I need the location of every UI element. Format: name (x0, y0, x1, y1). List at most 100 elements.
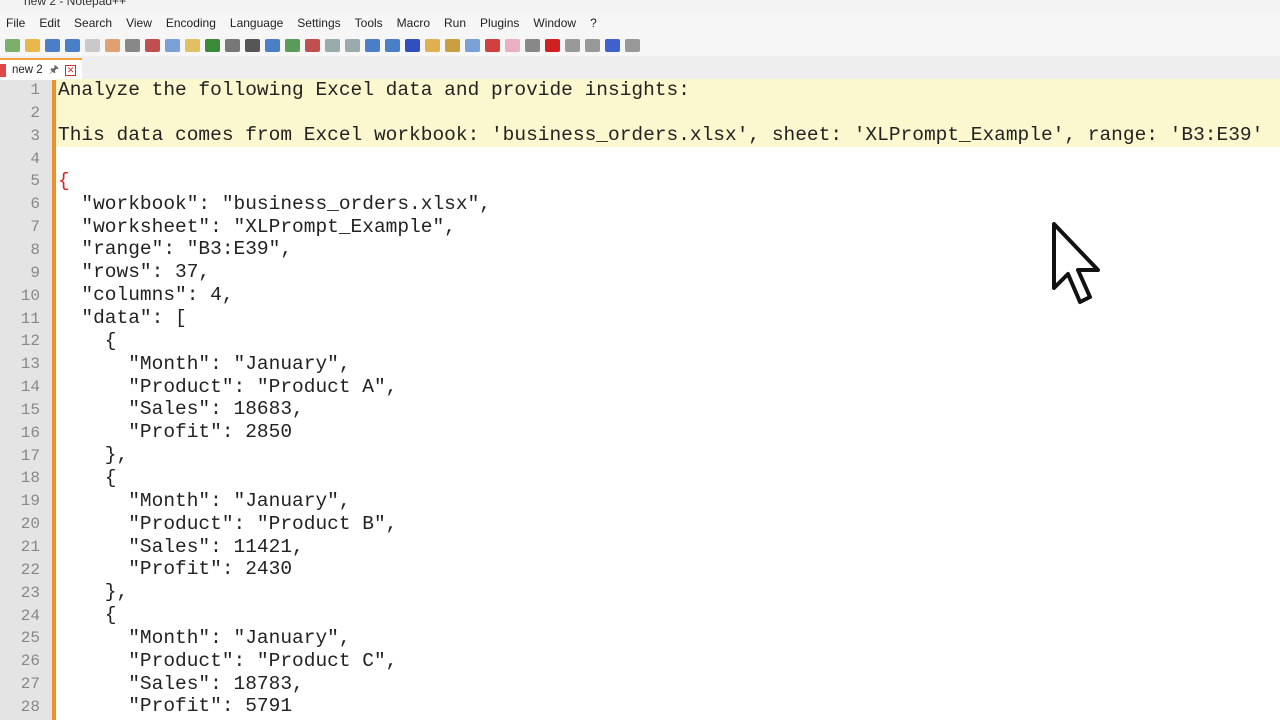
line-number: 17 (20, 446, 40, 465)
code-line: { (58, 466, 117, 489)
toolbar-button-20[interactable] (384, 38, 400, 52)
menu-item-plugins[interactable]: Plugins (472, 16, 527, 30)
toolbar-button-23[interactable] (444, 38, 460, 52)
toolbar-button-3[interactable] (44, 38, 60, 52)
toolbar-button-16[interactable] (304, 38, 320, 52)
menu-item-help[interactable]: ? (582, 16, 605, 30)
line-number: 22 (20, 560, 40, 579)
line-number: 5 (30, 172, 40, 191)
close-icon[interactable]: ✕ (64, 64, 77, 76)
line-number: 9 (30, 263, 40, 282)
code-line: "Profit": 2850 (58, 421, 293, 444)
toolbar-button-22[interactable] (424, 38, 440, 52)
line-number: 8 (30, 240, 40, 259)
code-line: Analyze the following Excel data and pro… (58, 78, 690, 101)
code-line: "Product": "Product C", (58, 649, 398, 672)
line-number: 4 (30, 149, 40, 168)
toolbar-button-32[interactable] (624, 38, 640, 52)
code-line: "Sales": 11421, (58, 535, 304, 558)
pin-icon[interactable]: 🖈 (49, 61, 59, 80)
toolbar-button-8[interactable] (144, 38, 160, 52)
toolbar-button-29[interactable] (564, 38, 580, 52)
line-number: 6 (30, 195, 40, 214)
toolbar-button-26[interactable] (504, 38, 520, 52)
toolbar-button-14[interactable] (264, 38, 280, 52)
line-number: 19 (20, 492, 40, 511)
code-line: }, (58, 444, 129, 467)
line-number: 18 (20, 469, 40, 488)
toolbar-button-1[interactable] (4, 38, 20, 52)
tab-label: new 2 (12, 64, 43, 76)
text-editor[interactable]: 1 2 3 4 5 6 7 8 9 10 11 12 13 14 15 16 17 18 19 20 21 22 23 24 2… (0, 78, 1280, 720)
line-number: 10 (20, 286, 40, 305)
code-line: "Profit": 2430 (58, 558, 293, 581)
toolbar-button-4[interactable] (64, 38, 80, 52)
menu-item-view[interactable]: View (118, 16, 160, 30)
toolbar-button-27[interactable] (524, 38, 540, 52)
menu-item-search[interactable]: Search (66, 16, 120, 30)
menu-item-encoding[interactable]: Encoding (158, 16, 224, 30)
code-line: "workbook": "business_orders.xlsx", (58, 192, 491, 215)
menu-item-settings[interactable]: Settings (289, 16, 348, 30)
toolbar-button-10[interactable] (184, 38, 200, 52)
code-line: { (58, 329, 117, 352)
code-line: "worksheet": "XLPrompt_Example", (58, 215, 456, 238)
toolbar-button-15[interactable] (284, 38, 300, 52)
line-number: 27 (20, 675, 40, 694)
line-number: 23 (20, 583, 40, 602)
change-history-margin (52, 80, 56, 720)
code-line: This data comes from Excel workbook: 'bu… (58, 124, 1264, 147)
line-number: 25 (20, 629, 40, 648)
line-number-gutter: 1 2 3 4 5 6 7 8 9 10 11 12 13 14 15 16 17 18 19 20 21 22 23 24 2… (0, 80, 52, 720)
toolbar-button-9[interactable] (164, 38, 180, 52)
line-number: 20 (20, 515, 40, 534)
code-line: { (58, 604, 117, 627)
menu-item-edit[interactable]: Edit (31, 16, 68, 30)
code-line: "Sales": 18683, (58, 398, 304, 421)
toolbar-button-13[interactable] (244, 38, 260, 52)
line-number: 1 (30, 81, 40, 99)
line-number: 14 (20, 378, 40, 397)
line-number: 12 (20, 332, 40, 351)
toolbar-button-19[interactable] (364, 38, 380, 52)
menu-item-window[interactable]: Window (525, 16, 584, 30)
toolbar-button-11[interactable] (204, 38, 220, 52)
code-line: "Month": "January", (58, 352, 351, 375)
line-number: 3 (30, 126, 40, 145)
toolbar-button-18[interactable] (344, 38, 360, 52)
toolbar-button-12[interactable] (224, 38, 240, 52)
toolbar-button-24[interactable] (464, 38, 480, 52)
tab-new-2[interactable]: new 2 🖈 ✕ (0, 58, 83, 80)
code-line: "Sales": 18783, (58, 672, 304, 695)
toolbar-button-21[interactable] (404, 38, 420, 52)
toolbar-button-5[interactable] (84, 38, 100, 52)
menu-bar: File Edit Search View Encoding Language Settin… (0, 12, 1280, 34)
code-line: "rows": 37, (58, 261, 211, 284)
toolbar-button-31[interactable] (604, 38, 620, 52)
menu-item-run[interactable]: Run (436, 16, 474, 30)
menu-item-language[interactable]: Language (222, 16, 291, 30)
title-bar: new 2 - Notepad++ (0, 0, 1280, 12)
code-line: "range": "B3:E39", (58, 238, 293, 261)
toolbar-button-7[interactable] (124, 38, 140, 52)
line-number: 2 (30, 103, 40, 122)
tab-bar: new 2 🖈 ✕ (0, 56, 1280, 80)
toolbar-button-6[interactable] (104, 38, 120, 52)
mouse-cursor-icon (1052, 222, 1100, 304)
line-number: 21 (20, 538, 40, 556)
line-number: 11 (20, 309, 40, 328)
code-line: "Product": "Product B", (58, 512, 398, 535)
menu-item-file[interactable]: File (0, 16, 33, 30)
toolbar-button-30[interactable] (584, 38, 600, 52)
toolbar-button-2[interactable] (24, 38, 40, 52)
code-line: "Month": "January", (58, 626, 351, 649)
file-icon (0, 63, 6, 77)
toolbar-button-25[interactable] (484, 38, 500, 52)
line-number: 24 (20, 606, 40, 625)
toolbar (0, 34, 1280, 56)
menu-item-tools[interactable]: Tools (347, 16, 391, 30)
toolbar-button-28[interactable] (544, 38, 560, 52)
toolbar-button-17[interactable] (324, 38, 340, 52)
line-number: 7 (30, 218, 40, 237)
menu-item-macro[interactable]: Macro (389, 16, 438, 30)
